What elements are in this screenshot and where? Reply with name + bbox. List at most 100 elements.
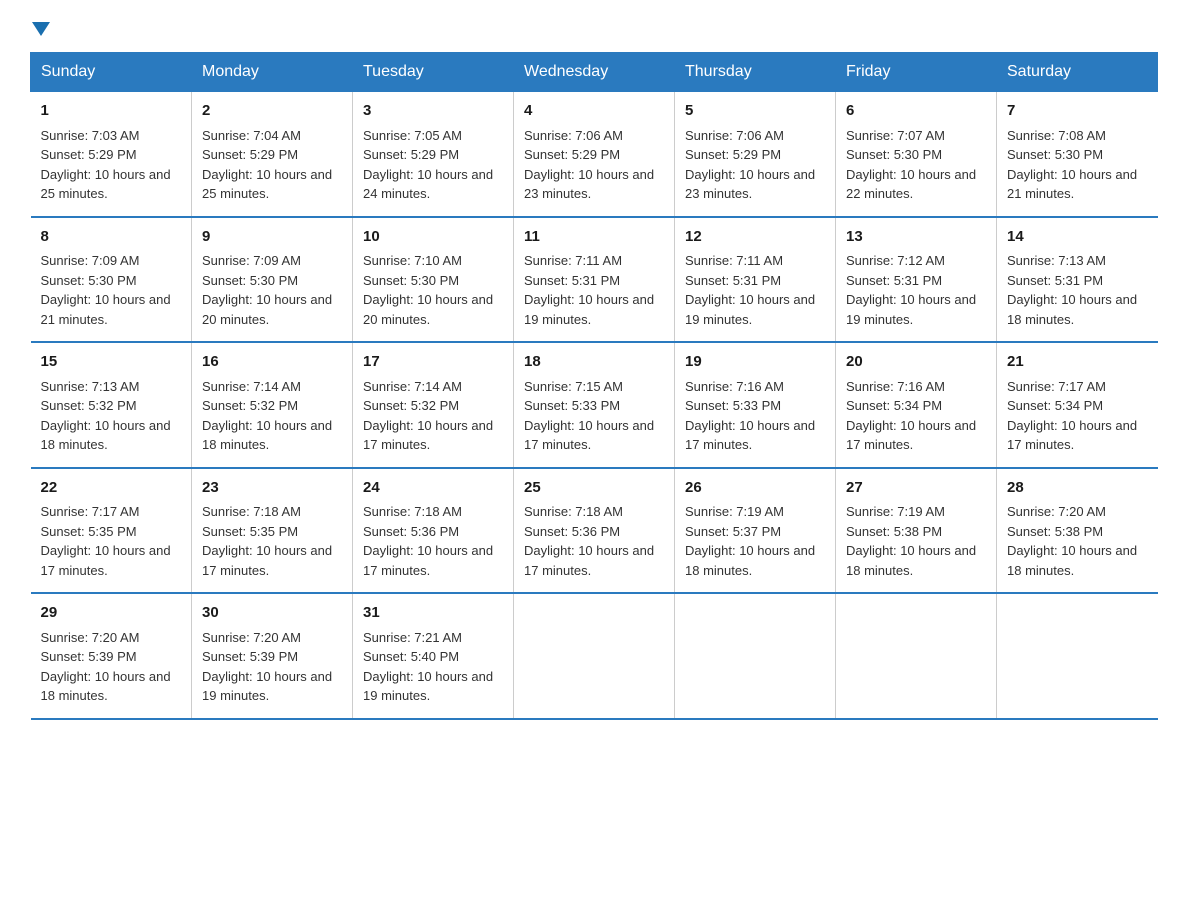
page-header bbox=[30, 20, 1158, 34]
day-number: 28 bbox=[1007, 477, 1148, 500]
cell-content: Sunrise: 7:05 AMSunset: 5:29 PMDaylight:… bbox=[363, 128, 493, 202]
calendar-cell: 7Sunrise: 7:08 AMSunset: 5:30 PMDaylight… bbox=[997, 92, 1158, 217]
day-number: 10 bbox=[363, 226, 503, 249]
calendar-cell: 25Sunrise: 7:18 AMSunset: 5:36 PMDayligh… bbox=[514, 468, 675, 594]
day-number: 16 bbox=[202, 351, 342, 374]
cell-content: Sunrise: 7:16 AMSunset: 5:34 PMDaylight:… bbox=[846, 379, 976, 453]
day-number: 20 bbox=[846, 351, 986, 374]
calendar-cell: 12 Sunrise: 7:11 AMSunset: 5:31 PMDayligh… bbox=[675, 217, 836, 343]
day-number: 23 bbox=[202, 477, 342, 500]
cell-content: Sunrise: 7:07 AMSunset: 5:30 PMDaylight:… bbox=[846, 128, 976, 202]
day-number: 4 bbox=[524, 100, 664, 123]
calendar-cell: 28 Sunrise: 7:20 AMSunset: 5:38 PMDayligh… bbox=[997, 468, 1158, 594]
calendar-cell: 27 Sunrise: 7:19 AMSunset: 5:38 PMDayligh… bbox=[836, 468, 997, 594]
calendar-cell bbox=[675, 593, 836, 719]
cell-content: Sunrise: 7:14 AMSunset: 5:32 PMDaylight:… bbox=[363, 379, 493, 453]
calendar-cell: 5Sunrise: 7:06 AMSunset: 5:29 PMDaylight… bbox=[675, 92, 836, 217]
cell-content: Sunrise: 7:20 AMSunset: 5:39 PMDaylight:… bbox=[41, 630, 171, 704]
calendar-cell: 26 Sunrise: 7:19 AMSunset: 5:37 PMDayligh… bbox=[675, 468, 836, 594]
calendar-cell bbox=[514, 593, 675, 719]
cell-content: Sunrise: 7:20 AMSunset: 5:39 PMDaylight:… bbox=[202, 630, 332, 704]
cell-content: Sunrise: 7:19 AMSunset: 5:37 PMDaylight:… bbox=[685, 504, 815, 578]
calendar-week-row: 1 Sunrise: 7:03 AMSunset: 5:29 PMDaylight… bbox=[31, 92, 1158, 217]
calendar-cell bbox=[997, 593, 1158, 719]
cell-content: Sunrise: 7:04 AMSunset: 5:29 PMDaylight:… bbox=[202, 128, 332, 202]
day-number: 11 bbox=[524, 226, 664, 249]
col-header-sunday: Sunday bbox=[31, 53, 192, 92]
calendar-cell: 21Sunrise: 7:17 AMSunset: 5:34 PMDayligh… bbox=[997, 342, 1158, 468]
cell-content: Sunrise: 7:11 AMSunset: 5:31 PMDaylight:… bbox=[524, 253, 654, 327]
day-number: 26 bbox=[685, 477, 825, 500]
calendar-cell: 24Sunrise: 7:18 AMSunset: 5:36 PMDayligh… bbox=[353, 468, 514, 594]
cell-content: Sunrise: 7:18 AMSunset: 5:36 PMDaylight:… bbox=[524, 504, 654, 578]
calendar-cell: 1 Sunrise: 7:03 AMSunset: 5:29 PMDaylight… bbox=[31, 92, 192, 217]
calendar-week-row: 29 Sunrise: 7:20 AMSunset: 5:39 PMDayligh… bbox=[31, 593, 1158, 719]
calendar-cell: 4 Sunrise: 7:06 AMSunset: 5:29 PMDaylight… bbox=[514, 92, 675, 217]
calendar-cell bbox=[836, 593, 997, 719]
day-number: 6 bbox=[846, 100, 986, 123]
logo bbox=[30, 20, 50, 34]
day-number: 14 bbox=[1007, 226, 1148, 249]
cell-content: Sunrise: 7:13 AMSunset: 5:31 PMDaylight:… bbox=[1007, 253, 1137, 327]
cell-content: Sunrise: 7:13 AMSunset: 5:32 PMDaylight:… bbox=[41, 379, 171, 453]
calendar-cell: 9Sunrise: 7:09 AMSunset: 5:30 PMDaylight… bbox=[192, 217, 353, 343]
calendar-week-row: 15 Sunrise: 7:13 AMSunset: 5:32 PMDayligh… bbox=[31, 342, 1158, 468]
day-number: 18 bbox=[524, 351, 664, 374]
day-number: 5 bbox=[685, 100, 825, 123]
calendar-cell: 6 Sunrise: 7:07 AMSunset: 5:30 PMDaylight… bbox=[836, 92, 997, 217]
calendar-cell: 29 Sunrise: 7:20 AMSunset: 5:39 PMDayligh… bbox=[31, 593, 192, 719]
calendar-cell: 14 Sunrise: 7:13 AMSunset: 5:31 PMDayligh… bbox=[997, 217, 1158, 343]
calendar-cell: 10 Sunrise: 7:10 AMSunset: 5:30 PMDayligh… bbox=[353, 217, 514, 343]
calendar-week-row: 22 Sunrise: 7:17 AMSunset: 5:35 PMDayligh… bbox=[31, 468, 1158, 594]
cell-content: Sunrise: 7:17 AMSunset: 5:35 PMDaylight:… bbox=[41, 504, 171, 578]
day-number: 15 bbox=[41, 351, 182, 374]
col-header-wednesday: Wednesday bbox=[514, 53, 675, 92]
day-number: 22 bbox=[41, 477, 182, 500]
cell-content: Sunrise: 7:14 AMSunset: 5:32 PMDaylight:… bbox=[202, 379, 332, 453]
day-number: 19 bbox=[685, 351, 825, 374]
cell-content: Sunrise: 7:16 AMSunset: 5:33 PMDaylight:… bbox=[685, 379, 815, 453]
cell-content: Sunrise: 7:10 AMSunset: 5:30 PMDaylight:… bbox=[363, 253, 493, 327]
cell-content: Sunrise: 7:19 AMSunset: 5:38 PMDaylight:… bbox=[846, 504, 976, 578]
day-number: 29 bbox=[41, 602, 182, 625]
day-number: 17 bbox=[363, 351, 503, 374]
day-number: 21 bbox=[1007, 351, 1148, 374]
day-number: 1 bbox=[41, 100, 182, 123]
day-number: 12 bbox=[685, 226, 825, 249]
day-number: 27 bbox=[846, 477, 986, 500]
cell-content: Sunrise: 7:20 AMSunset: 5:38 PMDaylight:… bbox=[1007, 504, 1137, 578]
day-number: 8 bbox=[41, 226, 182, 249]
calendar-cell: 20 Sunrise: 7:16 AMSunset: 5:34 PMDayligh… bbox=[836, 342, 997, 468]
calendar-cell: 8 Sunrise: 7:09 AMSunset: 5:30 PMDaylight… bbox=[31, 217, 192, 343]
cell-content: Sunrise: 7:08 AMSunset: 5:30 PMDaylight:… bbox=[1007, 128, 1137, 202]
col-header-thursday: Thursday bbox=[675, 53, 836, 92]
calendar-cell: 23 Sunrise: 7:18 AMSunset: 5:35 PMDayligh… bbox=[192, 468, 353, 594]
calendar-cell: 30 Sunrise: 7:20 AMSunset: 5:39 PMDayligh… bbox=[192, 593, 353, 719]
col-header-tuesday: Tuesday bbox=[353, 53, 514, 92]
cell-content: Sunrise: 7:06 AMSunset: 5:29 PMDaylight:… bbox=[524, 128, 654, 202]
calendar-cell: 31Sunrise: 7:21 AMSunset: 5:40 PMDayligh… bbox=[353, 593, 514, 719]
cell-content: Sunrise: 7:15 AMSunset: 5:33 PMDaylight:… bbox=[524, 379, 654, 453]
cell-content: Sunrise: 7:03 AMSunset: 5:29 PMDaylight:… bbox=[41, 128, 171, 202]
calendar-cell: 19 Sunrise: 7:16 AMSunset: 5:33 PMDayligh… bbox=[675, 342, 836, 468]
day-number: 31 bbox=[363, 602, 503, 625]
cell-content: Sunrise: 7:09 AMSunset: 5:30 PMDaylight:… bbox=[41, 253, 171, 327]
day-number: 30 bbox=[202, 602, 342, 625]
calendar-cell: 15 Sunrise: 7:13 AMSunset: 5:32 PMDayligh… bbox=[31, 342, 192, 468]
day-number: 13 bbox=[846, 226, 986, 249]
calendar-cell: 18 Sunrise: 7:15 AMSunset: 5:33 PMDayligh… bbox=[514, 342, 675, 468]
day-number: 3 bbox=[363, 100, 503, 123]
calendar-cell: 3 Sunrise: 7:05 AMSunset: 5:29 PMDaylight… bbox=[353, 92, 514, 217]
calendar-week-row: 8 Sunrise: 7:09 AMSunset: 5:30 PMDaylight… bbox=[31, 217, 1158, 343]
calendar-cell: 22 Sunrise: 7:17 AMSunset: 5:35 PMDayligh… bbox=[31, 468, 192, 594]
cell-content: Sunrise: 7:11 AMSunset: 5:31 PMDaylight:… bbox=[685, 253, 815, 327]
cell-content: Sunrise: 7:18 AMSunset: 5:35 PMDaylight:… bbox=[202, 504, 332, 578]
col-header-friday: Friday bbox=[836, 53, 997, 92]
calendar-cell: 2Sunrise: 7:04 AMSunset: 5:29 PMDaylight… bbox=[192, 92, 353, 217]
day-number: 9 bbox=[202, 226, 342, 249]
calendar-table: SundayMondayTuesdayWednesdayThursdayFrid… bbox=[30, 52, 1158, 720]
cell-content: Sunrise: 7:18 AMSunset: 5:36 PMDaylight:… bbox=[363, 504, 493, 578]
col-header-monday: Monday bbox=[192, 53, 353, 92]
calendar-header-row: SundayMondayTuesdayWednesdayThursdayFrid… bbox=[31, 53, 1158, 92]
cell-content: Sunrise: 7:12 AMSunset: 5:31 PMDaylight:… bbox=[846, 253, 976, 327]
